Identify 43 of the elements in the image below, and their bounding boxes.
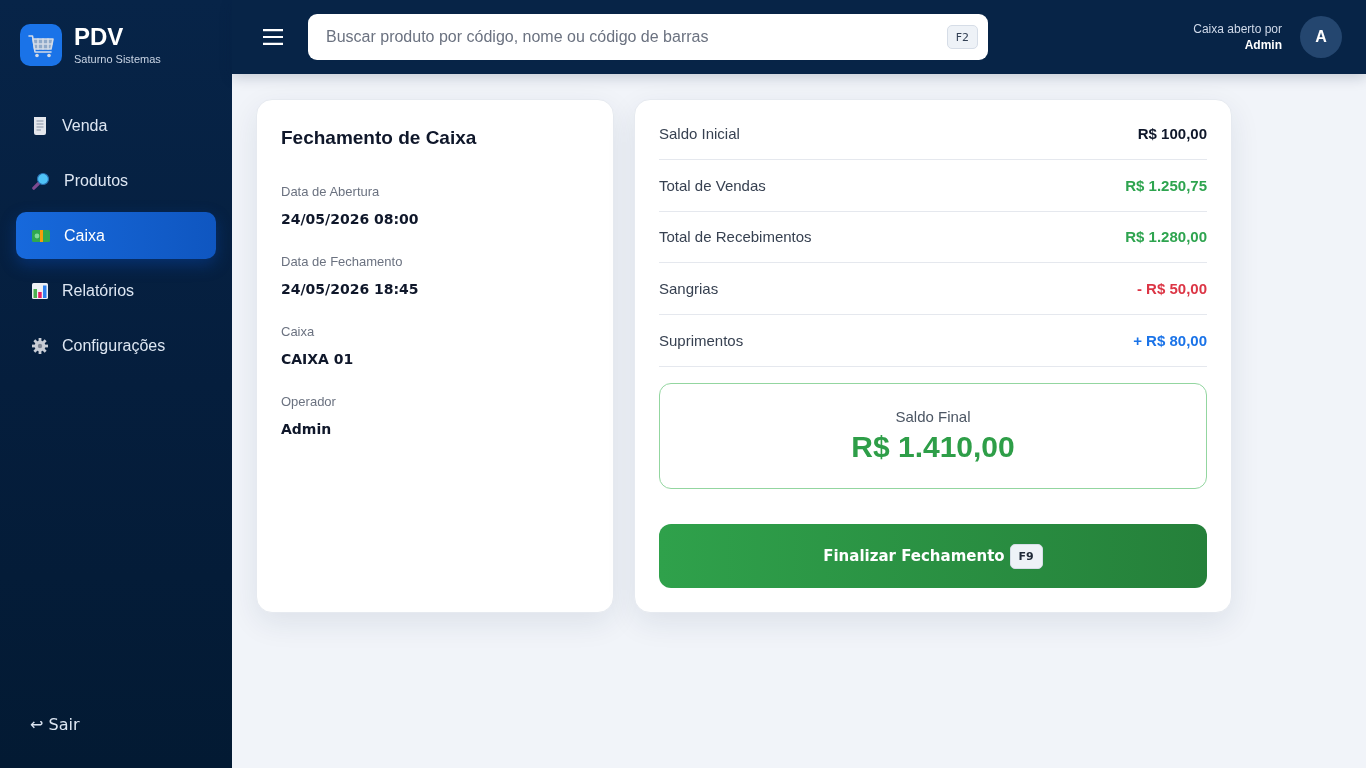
final-balance-label: Saldo Final	[895, 407, 971, 428]
summary-value: + R$ 80,00	[1133, 331, 1207, 349]
summary-value: - R$ 50,00	[1136, 280, 1207, 298]
logout-button[interactable]: ↩ Sair	[28, 711, 82, 738]
key-hint: F2	[946, 25, 978, 49]
user-caption: Caixa aberto por	[1193, 20, 1282, 37]
field-label: Caixa	[281, 323, 315, 341]
field-value: CAIXA 01	[281, 350, 354, 369]
nav-item[interactable]: Relatórios	[16, 267, 216, 314]
gear-icon	[32, 337, 48, 354]
user-name: Admin	[1244, 36, 1282, 54]
banknote-icon	[32, 229, 50, 242]
final-balance-value: R$ 1.410,00	[851, 429, 1015, 466]
field-value: 24/05/2026 08:00	[281, 210, 419, 229]
bar-chart-icon	[32, 282, 48, 299]
field-label: Data de Abertura	[281, 183, 380, 201]
nav-item[interactable]: Venda	[16, 102, 216, 149]
field-value: Admin	[281, 420, 332, 439]
brand-name: PDV	[74, 24, 124, 50]
menu-icon	[263, 29, 283, 45]
brand-subtitle: Saturno Sistemas	[74, 52, 161, 66]
summary-label: Sangrias	[659, 280, 719, 298]
finish-button[interactable]: Finalizar Fechamento F9	[659, 524, 1207, 589]
summary-label: Suprimentos	[659, 331, 744, 349]
summary-label: Total de Recebimentos	[659, 228, 812, 246]
summary-label: Total de Vendas	[659, 176, 766, 194]
summary-value: R$ 1.280,00	[1125, 228, 1207, 246]
field-label: Operador	[281, 393, 336, 411]
summary-label: Saldo Inicial	[659, 124, 740, 142]
receipt-icon	[32, 116, 48, 135]
avatar[interactable]: A	[1300, 16, 1342, 58]
summary-value: R$ 100,00	[1137, 124, 1207, 142]
cart-logo-icon	[20, 24, 62, 66]
magnifier-icon	[32, 171, 50, 190]
field-value: 24/05/2026 18:45	[281, 280, 419, 299]
card-title: Fechamento de Caixa	[281, 126, 477, 150]
field-label: Data de Fechamento	[281, 253, 403, 271]
key-hint: F9	[1009, 543, 1043, 569]
summary-value: R$ 1.250,75	[1125, 176, 1207, 194]
nav-item[interactable]: Configurações	[16, 322, 216, 369]
nav-item[interactable]: Produtos	[16, 157, 216, 204]
menu-button[interactable]	[263, 29, 283, 45]
nav-item[interactable]: Caixa	[16, 212, 216, 259]
